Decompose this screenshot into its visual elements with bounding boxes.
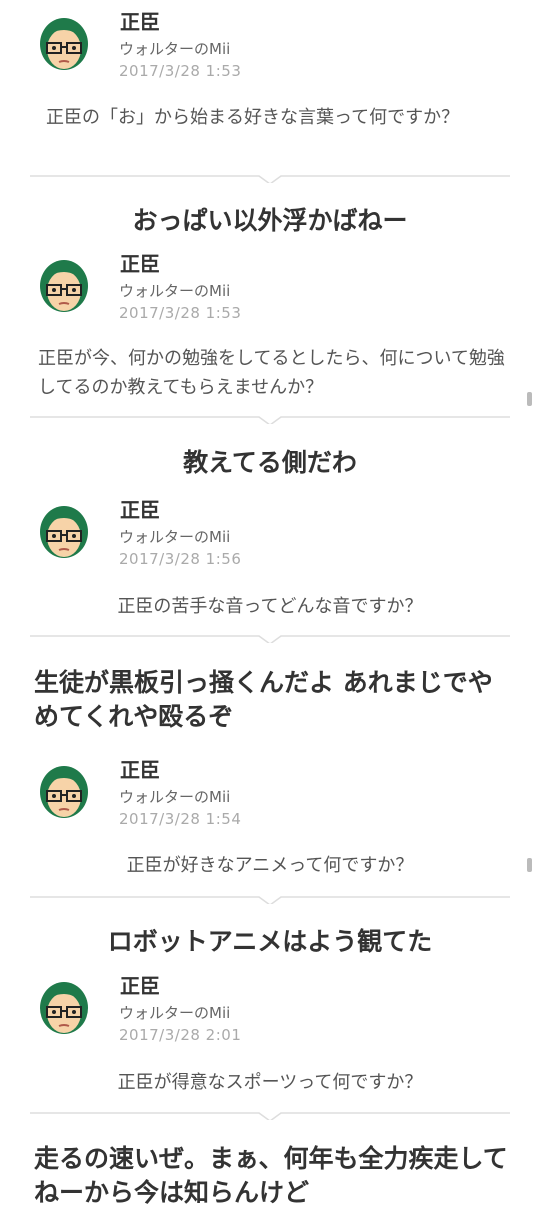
answer-text: 教えてる側だわ bbox=[183, 448, 357, 477]
speech-pointer-divider bbox=[30, 635, 510, 643]
post-author-name[interactable]: 正臣 bbox=[120, 248, 160, 277]
scroll-indicator[interactable] bbox=[527, 858, 532, 872]
mii-avatar-icon[interactable] bbox=[36, 978, 92, 1036]
question-text: 正臣の苦手な音ってどんな音ですか？ bbox=[117, 596, 423, 617]
post-timestamp: 2017/3/28 2:01 bbox=[119, 1026, 242, 1044]
post-author-subtitle: ウォルターのMii bbox=[119, 40, 231, 58]
post-timestamp: 2017/3/28 1:54 bbox=[119, 810, 242, 828]
answer-text: ロボットアニメはよう観てた bbox=[107, 927, 433, 956]
post-timestamp: 2017/3/28 1:53 bbox=[119, 62, 242, 80]
mii-avatar-icon[interactable] bbox=[36, 14, 92, 72]
post-timestamp: 2017/3/28 1:53 bbox=[119, 304, 242, 322]
scroll-indicator[interactable] bbox=[527, 392, 532, 406]
post-author-subtitle: ウォルターのMii bbox=[119, 282, 231, 300]
speech-pointer-divider bbox=[30, 1112, 510, 1120]
mii-avatar-icon[interactable] bbox=[36, 256, 92, 314]
speech-pointer-divider bbox=[30, 175, 510, 183]
question-text: 正臣が得意なスポーツって何ですか？ bbox=[117, 1072, 423, 1093]
question-text: 正臣が今、何かの勉強をしてるとしたら、何について勉強してるのか教えてもらえません… bbox=[38, 348, 505, 398]
post-author-name[interactable]: 正臣 bbox=[120, 6, 160, 35]
question-text: 正臣の「お」から始まる好きな言葉って何ですか？ bbox=[46, 107, 460, 128]
answer-text: 生徒が黒板引っ掻くんだよ あれまじでやめてくれや殴るぞ bbox=[34, 668, 493, 731]
post-author-subtitle: ウォルターのMii bbox=[119, 788, 231, 806]
question-text: 正臣が好きなアニメって何ですか？ bbox=[126, 855, 414, 876]
post-author-name[interactable]: 正臣 bbox=[120, 494, 160, 523]
post-author-name[interactable]: 正臣 bbox=[120, 970, 160, 999]
mii-avatar-icon[interactable] bbox=[36, 502, 92, 560]
post-author-name[interactable]: 正臣 bbox=[120, 754, 160, 783]
post-timestamp: 2017/3/28 1:56 bbox=[119, 550, 242, 568]
answer-text: おっぱい以外浮かばねー bbox=[132, 206, 408, 235]
speech-pointer-divider bbox=[30, 416, 510, 424]
mii-avatar-icon[interactable] bbox=[36, 762, 92, 820]
speech-pointer-divider bbox=[30, 896, 510, 904]
answer-text: 走るの速いぜ。まぁ、何年も全力疾走してねーから今は知らんけど bbox=[34, 1144, 508, 1207]
post-author-subtitle: ウォルターのMii bbox=[119, 1004, 231, 1022]
post-author-subtitle: ウォルターのMii bbox=[119, 528, 231, 546]
